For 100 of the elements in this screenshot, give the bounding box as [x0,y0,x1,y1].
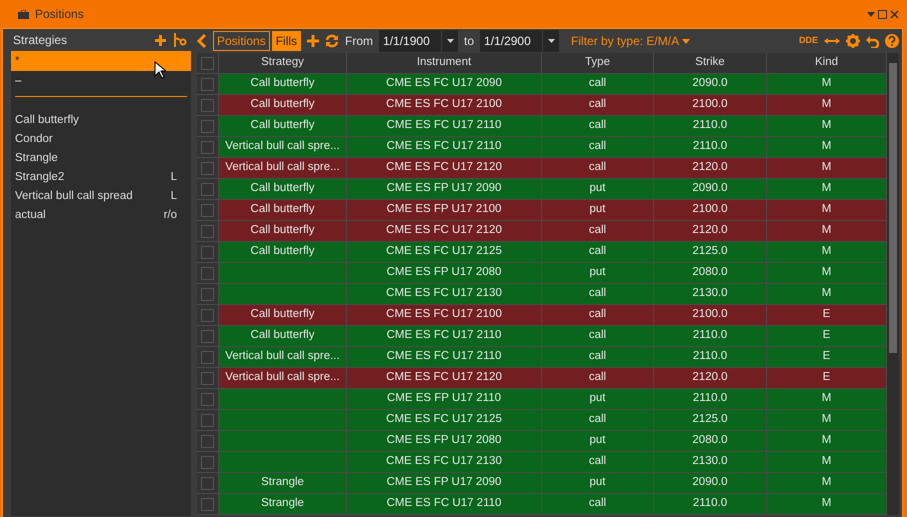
date-field[interactable]: 1/1/2900 [480,30,542,52]
dropdown-button[interactable] [442,30,458,52]
collapse-icon[interactable] [867,12,875,16]
table-cell: 2110.0 [654,494,767,515]
table-cell: CME ES FC U17 2120 [347,368,542,389]
tab[interactable]: Fills [272,31,302,51]
table-cell: 2090.0 [654,74,767,95]
table-cell: call [542,74,654,95]
strategy-item[interactable]: Vertical bull call spread L [11,187,191,206]
table-cell: Vertical bull call spre... [219,347,347,368]
table-cell: 2130.0 [654,284,767,305]
table-cell: 2100.0 [654,305,767,326]
table-cell: 2110.0 [654,137,767,158]
checkbox[interactable] [201,414,214,426]
table-cell: M [767,74,887,95]
table-cell: 2120.0 [654,368,767,389]
list-item[interactable]: * [11,51,191,71]
table-cell: M [767,200,887,221]
checkbox[interactable] [201,476,214,490]
table-cell: M [767,242,887,263]
strategy-name: actual [15,208,46,223]
scrollbar[interactable] [887,53,899,515]
checkbox[interactable] [201,204,214,216]
refresh-icon[interactable] [325,34,340,48]
table-cell: CME ES FP U17 2110 [347,389,542,410]
table-cell: 2100.0 [654,200,767,221]
checkbox[interactable] [201,498,214,510]
checkbox[interactable] [201,140,214,154]
column-header[interactable]: Strike [654,53,767,74]
table-cell: 2120.0 [654,158,767,179]
checkbox[interactable] [201,330,214,342]
checkbox[interactable] [201,120,214,132]
checkbox[interactable] [201,350,214,364]
checkbox[interactable] [201,266,214,280]
table-cell: M [767,494,887,515]
tab[interactable]: Positions [213,31,270,51]
table-cell: Call butterfly [219,326,347,347]
table-cell: M [767,263,887,284]
checkbox[interactable] [201,308,214,322]
table-cell: 2080.0 [654,263,767,284]
table-cell: E [767,305,887,326]
strategy-item[interactable]: Strangle [11,149,191,168]
help-icon[interactable] [885,34,899,48]
table-cell: CME ES FC U17 2130 [347,284,542,305]
table-cell: call [542,221,654,242]
checkbox[interactable] [201,246,214,258]
strategy-name: Strangle2 [15,170,64,185]
checkbox[interactable] [201,372,214,384]
close-icon[interactable] [890,10,899,18]
list-item[interactable]: – [11,71,191,91]
back-icon[interactable] [197,34,207,48]
table-cell: Vertical bull call spre... [219,158,347,179]
table-cell: CME ES FC U17 2110 [347,347,542,368]
strategy-item[interactable]: actual r/o [11,206,191,225]
dde-button[interactable]: DDE [798,34,818,48]
table-cell: 2100.0 [654,95,767,116]
checkbox[interactable] [201,162,214,174]
table-cell: CME ES FP U17 2090 [347,179,542,200]
checkbox[interactable] [201,98,214,112]
checkbox[interactable] [201,456,214,468]
table-cell: M [767,431,887,452]
checkbox[interactable] [201,392,214,406]
mouse-cursor-icon [154,61,166,79]
strategy-item[interactable]: Strangle2 L [11,168,191,187]
dropdown-button[interactable] [543,30,560,52]
table-cell: call [542,242,654,263]
maximize-icon[interactable] [878,10,887,18]
caret-icon [548,39,555,43]
checkbox[interactable] [201,56,214,70]
table-cell: E [767,326,887,347]
table-cell: CME ES FP U17 2080 [347,431,542,452]
strategy-tag: L [170,187,177,206]
checkbox[interactable] [201,182,214,196]
table-cell: M [767,284,887,305]
add-icon[interactable] [155,34,166,46]
checkbox[interactable] [201,224,214,238]
resize-horizontal-icon[interactable] [824,37,840,45]
column-header[interactable]: Kind [767,53,887,74]
strategy-item[interactable]: Call butterfly [11,111,191,130]
table-cell: M [767,158,887,179]
table-cell: call [542,347,654,368]
table-cell: call [542,326,654,347]
branch-icon[interactable] [172,33,188,47]
strategy-item[interactable]: Condor [11,130,191,149]
table-cell: 2110.0 [654,116,767,137]
table-cell: CME ES FC U17 2110 [347,137,542,158]
column-header[interactable]: Instrument [347,53,542,74]
table-cell: put [542,263,654,284]
filter-dropdown[interactable]: Filter by type: E/M/A [571,32,690,50]
checkbox[interactable] [201,288,214,300]
checkbox[interactable] [201,78,214,90]
checkbox[interactable] [201,434,214,448]
add-icon[interactable] [307,35,320,47]
table-cell: E [767,368,887,389]
undo-icon[interactable] [866,34,879,48]
settings-icon[interactable] [846,34,860,48]
date-field[interactable]: 1/1/1900 [379,30,442,52]
column-header[interactable]: Type [542,53,654,74]
column-header[interactable]: Strategy [219,53,347,74]
table-cell: M [767,179,887,200]
